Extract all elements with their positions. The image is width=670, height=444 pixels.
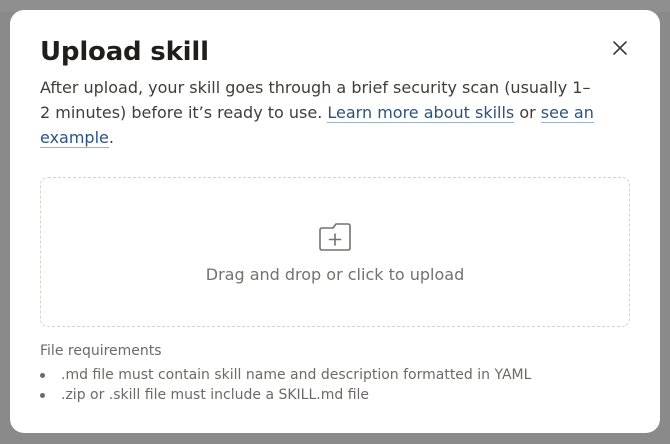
dialog-title: Upload skill — [40, 37, 209, 67]
requirement-text: .md file must contain skill name and des… — [61, 367, 532, 383]
requirements-title: File requirements — [40, 343, 162, 359]
description-connector: or — [514, 103, 541, 122]
requirement-item: .md file must contain skill name and des… — [40, 365, 630, 385]
description-end: . — [108, 128, 114, 147]
close-button[interactable] — [610, 38, 630, 58]
requirement-item: .zip or .skill file must include a SKILL… — [40, 385, 630, 405]
close-icon — [613, 41, 627, 55]
requirement-text: .zip or .skill file must include a SKILL… — [61, 387, 370, 403]
dropzone-label: Drag and drop or click to upload — [205, 265, 465, 284]
dialog-description: After upload, your skill goes through a … — [40, 75, 600, 150]
upload-dropzone[interactable]: Drag and drop or click to upload — [40, 177, 630, 327]
folder-plus-icon — [319, 223, 351, 251]
requirements-list: .md file must contain skill name and des… — [40, 365, 630, 405]
bullet-icon — [40, 393, 45, 398]
learn-more-link[interactable]: Learn more about skills — [327, 103, 515, 123]
bullet-icon — [40, 373, 45, 378]
upload-skill-dialog: Upload skill After upload, your skill go… — [10, 10, 660, 433]
